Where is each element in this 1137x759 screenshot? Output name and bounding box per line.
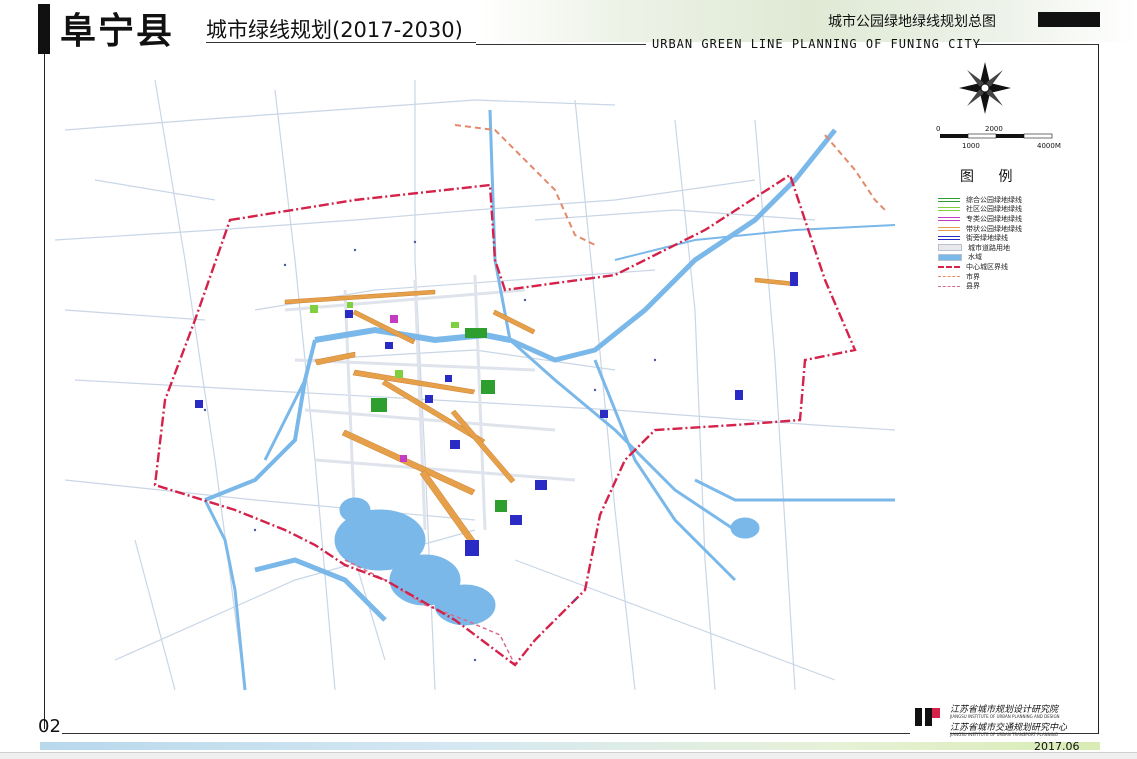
frame-right-line: [1098, 44, 1099, 734]
legend-swatch: [938, 197, 960, 202]
legend-swatch: [938, 265, 960, 268]
plan-title-underline: [206, 42, 476, 43]
institute-logo-icon: [915, 708, 940, 726]
plan-title: 城市绿线规划(2017-2030): [206, 18, 463, 42]
legend-swatch: [938, 276, 960, 278]
legend-item: 街旁绿地绿线: [938, 233, 1022, 243]
green-line-plan-map: [55, 79, 896, 691]
legend: 图 例 综合公园绿地绿线 社区公园绿地绿线 专类公园绿地绿线 带状公园绿地绿线 街旁绿地…: [910, 58, 1095, 323]
legend-item: 社区公园绿地绿线: [938, 205, 1022, 215]
legend-swatch: [938, 253, 962, 261]
institute-name-1-en: JIANGSU INSTITUTE OF URBAN PLANNING AND …: [950, 714, 1060, 719]
footer-gradient-strip: [40, 742, 1100, 750]
legend-swatch: [938, 216, 960, 221]
legend-label: 带状公园绿地绿线: [966, 224, 1022, 233]
legend-label: 水域: [968, 253, 982, 262]
legend-item: 市界: [938, 272, 1022, 282]
legend-swatch: [938, 226, 960, 231]
legend-label: 社区公园绿地绿线: [966, 205, 1022, 214]
legend-item: 水域: [938, 253, 1022, 263]
legend-title: 图 例: [960, 169, 1023, 185]
legend-label: 街旁绿地绿线: [966, 234, 1008, 243]
legend-item: 综合公园绿地绿线: [938, 195, 1022, 205]
english-title: URBAN GREEN LINE PLANNING OF FUNING CITY: [652, 37, 981, 51]
city-limit-line: [454, 124, 886, 246]
city-title: 阜宁县: [60, 10, 175, 52]
english-title-rule-left: [476, 44, 646, 45]
legend-label: 市界: [966, 272, 980, 281]
sheet-title: 城市公园绿地绿线规划总图: [828, 14, 996, 30]
legend-swatch: [938, 285, 960, 287]
footer-rule-right: [950, 733, 1098, 734]
legend-item: 带状公园绿地绿线: [938, 224, 1022, 234]
legend-item: 专类公园绿地绿线: [938, 214, 1022, 224]
frame-left-line: [44, 54, 45, 729]
legend-label: 综合公园绿地绿线: [966, 195, 1022, 204]
legend-label: 城市道路用地: [968, 243, 1010, 252]
legend-label: 专类公园绿地绿线: [966, 214, 1022, 223]
legend-swatch: [938, 207, 960, 212]
page-number: 02: [38, 716, 61, 737]
legend-label: 中心城区界线: [966, 262, 1008, 271]
legend-item: 县界: [938, 281, 1022, 291]
legend-label: 县界: [966, 282, 980, 291]
header-left-bar: [38, 4, 50, 54]
legend-swatch: [938, 244, 962, 252]
legend-list: 综合公园绿地绿线 社区公园绿地绿线 专类公园绿地绿线 带状公园绿地绿线 街旁绿地绿线 城市…: [938, 195, 1022, 291]
legend-swatch: [938, 236, 960, 241]
legend-item: 城市道路用地: [938, 243, 1022, 253]
footer-rule: [62, 733, 910, 734]
legend-item: 中心城区界线: [938, 262, 1022, 272]
sheet-number-block: [1038, 12, 1100, 27]
english-title-rule-right: [975, 44, 1098, 45]
